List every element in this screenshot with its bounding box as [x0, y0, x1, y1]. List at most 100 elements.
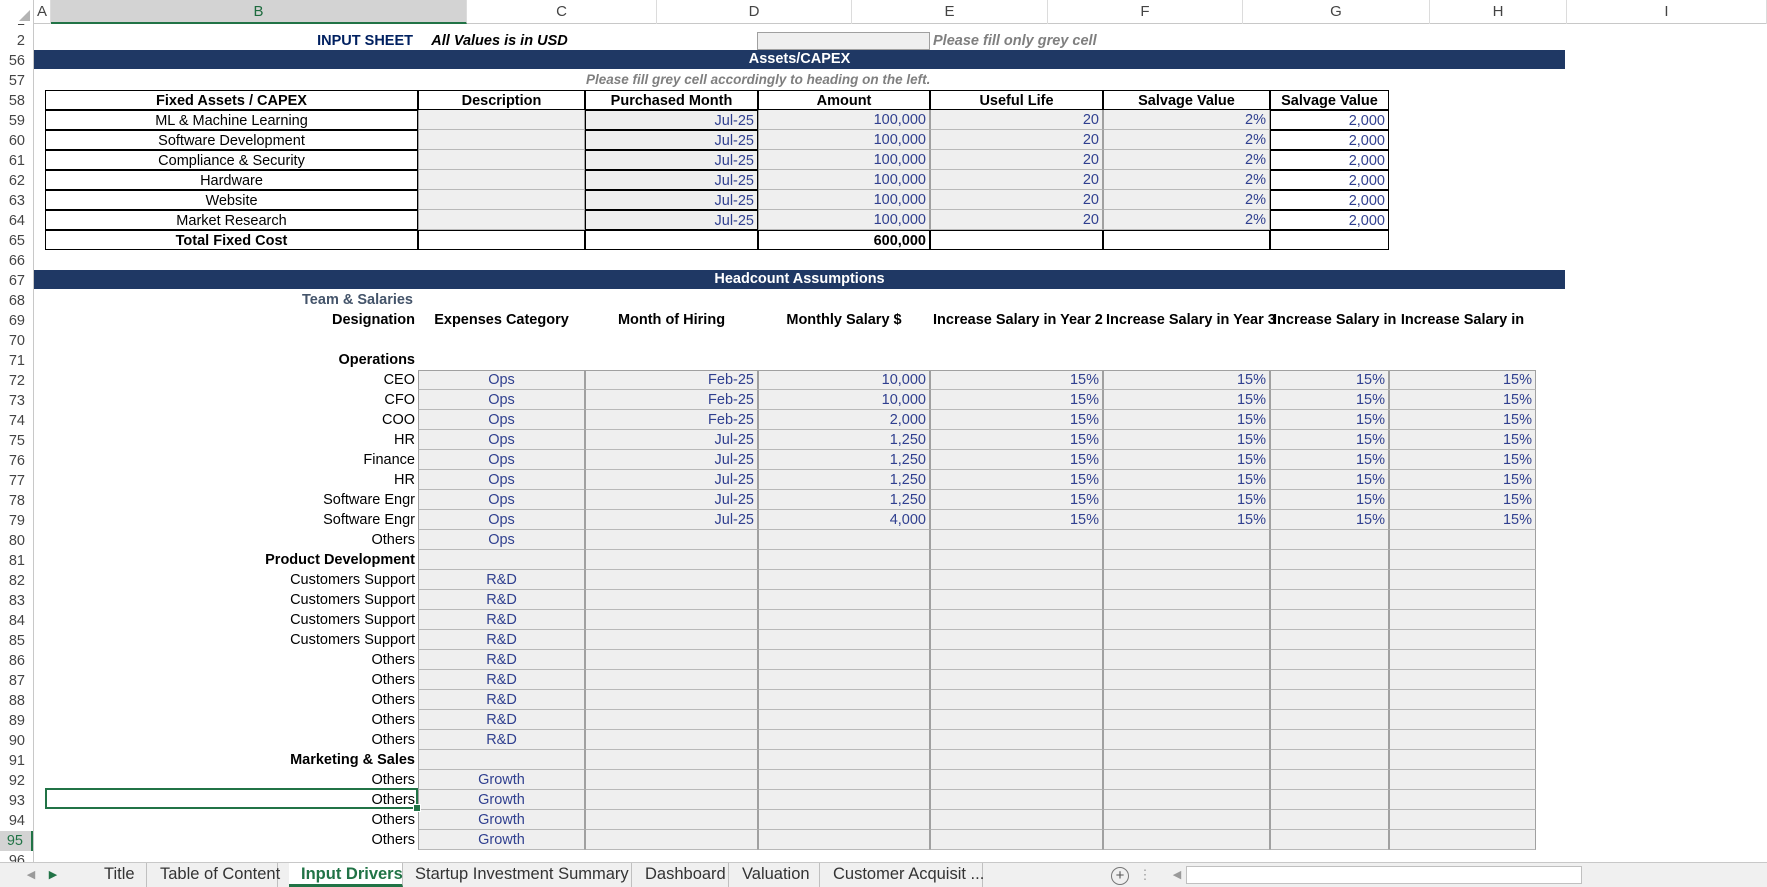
monthly-salary-input[interactable]: 1,250 — [758, 450, 930, 470]
salary-increase-y2-input[interactable] — [930, 590, 1103, 610]
horizontal-scrollbar[interactable] — [1186, 866, 1582, 884]
salary-increase-y3-input[interactable]: 15% — [1103, 470, 1270, 490]
row-header-83[interactable]: 83 — [0, 591, 33, 611]
monthly-salary-input[interactable] — [758, 830, 930, 850]
salary-increase-y2-input[interactable]: 15% — [930, 510, 1103, 530]
headcount-empty-cell[interactable] — [758, 550, 930, 570]
expense-category-input[interactable]: R&D — [418, 570, 585, 590]
select-all-corner[interactable] — [0, 0, 34, 24]
capex-amount-input[interactable]: 100,000 — [758, 170, 930, 190]
monthly-salary-input[interactable] — [758, 590, 930, 610]
hiring-month-input[interactable]: Feb-25 — [585, 410, 758, 430]
salary-increase-y4-input[interactable]: 15% — [1270, 470, 1389, 490]
monthly-salary-input[interactable] — [758, 570, 930, 590]
capex-purchase-month-input[interactable]: Jul-25 — [585, 190, 758, 210]
salary-increase-y4-input[interactable] — [1270, 610, 1389, 630]
hiring-month-input[interactable] — [585, 570, 758, 590]
salary-increase-y3-input[interactable]: 15% — [1103, 450, 1270, 470]
salary-increase-y5-input[interactable] — [1389, 630, 1536, 650]
headcount-empty-cell[interactable] — [585, 750, 758, 770]
hiring-month-input[interactable] — [585, 530, 758, 550]
capex-purchase-month-input[interactable]: Jul-25 — [585, 130, 758, 150]
hiring-month-input[interactable] — [585, 730, 758, 750]
salary-increase-y5-input[interactable] — [1389, 810, 1536, 830]
salary-increase-y4-input[interactable] — [1270, 570, 1389, 590]
row-header-95[interactable]: 95 — [0, 831, 33, 851]
column-header-b[interactable]: B — [51, 0, 467, 24]
expense-category-input[interactable]: R&D — [418, 590, 585, 610]
salary-increase-y4-input[interactable] — [1270, 790, 1389, 810]
headcount-empty-cell[interactable] — [1103, 550, 1270, 570]
salary-increase-y3-input[interactable] — [1103, 570, 1270, 590]
hiring-month-input[interactable]: Jul-25 — [585, 490, 758, 510]
hiring-month-input[interactable] — [585, 830, 758, 850]
row-header-82[interactable]: 82 — [0, 571, 33, 591]
headcount-empty-cell[interactable] — [1103, 750, 1270, 770]
headcount-empty-cell[interactable] — [930, 750, 1103, 770]
salary-increase-y4-input[interactable] — [1270, 830, 1389, 850]
hiring-month-input[interactable] — [585, 690, 758, 710]
salary-increase-y4-input[interactable]: 15% — [1270, 510, 1389, 530]
row-header-90[interactable]: 90 — [0, 731, 33, 751]
salary-increase-y5-input[interactable]: 15% — [1389, 470, 1536, 490]
salary-increase-y5-input[interactable] — [1389, 570, 1536, 590]
sheet-tab-customer-acquisit[interactable]: Customer Acquisit ... — [821, 863, 984, 887]
expense-category-input[interactable]: Ops — [418, 370, 585, 390]
salary-increase-y2-input[interactable]: 15% — [930, 430, 1103, 450]
salary-increase-y4-input[interactable] — [1270, 670, 1389, 690]
row-header-75[interactable]: 75 — [0, 431, 33, 451]
row-header-66[interactable]: 66 — [0, 251, 33, 271]
hiring-month-input[interactable] — [585, 650, 758, 670]
row-header-73[interactable]: 73 — [0, 391, 33, 411]
salary-increase-y2-input[interactable] — [930, 630, 1103, 650]
capex-purchase-month-input[interactable]: Jul-25 — [585, 210, 758, 230]
salary-increase-y4-input[interactable]: 15% — [1270, 490, 1389, 510]
row-header-65[interactable]: 65 — [0, 231, 33, 251]
salary-increase-y4-input[interactable]: 15% — [1270, 370, 1389, 390]
capex-description-input[interactable] — [418, 190, 585, 210]
capex-salvage-pct-input[interactable]: 2% — [1103, 210, 1270, 230]
expense-category-input[interactable]: R&D — [418, 730, 585, 750]
capex-salvage-pct-input[interactable]: 2% — [1103, 130, 1270, 150]
column-header-g[interactable]: G — [1243, 0, 1430, 24]
monthly-salary-input[interactable]: 1,250 — [758, 470, 930, 490]
capex-useful-life-input[interactable]: 20 — [930, 130, 1103, 150]
row-header-94[interactable]: 94 — [0, 811, 33, 831]
salary-increase-y4-input[interactable] — [1270, 710, 1389, 730]
headcount-empty-cell[interactable] — [930, 550, 1103, 570]
monthly-salary-input[interactable]: 10,000 — [758, 370, 930, 390]
salary-increase-y4-input[interactable]: 15% — [1270, 450, 1389, 470]
hiring-month-input[interactable] — [585, 790, 758, 810]
salary-increase-y3-input[interactable]: 15% — [1103, 410, 1270, 430]
row-header-1[interactable]: 1 — [0, 24, 33, 31]
salary-increase-y2-input[interactable] — [930, 730, 1103, 750]
row-header-69[interactable]: 69 — [0, 311, 33, 331]
monthly-salary-input[interactable]: 1,250 — [758, 490, 930, 510]
salary-increase-y2-input[interactable] — [930, 650, 1103, 670]
hiring-month-input[interactable]: Jul-25 — [585, 450, 758, 470]
row-header-77[interactable]: 77 — [0, 471, 33, 491]
salary-increase-y3-input[interactable] — [1103, 670, 1270, 690]
row-header-58[interactable]: 58 — [0, 91, 33, 111]
salary-increase-y3-input[interactable]: 15% — [1103, 390, 1270, 410]
salary-increase-y3-input[interactable]: 15% — [1103, 430, 1270, 450]
column-header-c[interactable]: C — [467, 0, 657, 24]
capex-useful-life-input[interactable]: 20 — [930, 190, 1103, 210]
row-header-63[interactable]: 63 — [0, 191, 33, 211]
expense-category-input[interactable]: Ops — [418, 530, 585, 550]
hscroll-left-icon[interactable]: ◀ — [1168, 866, 1186, 884]
salary-increase-y3-input[interactable] — [1103, 630, 1270, 650]
column-header-h[interactable]: H — [1430, 0, 1567, 24]
row-header-74[interactable]: 74 — [0, 411, 33, 431]
salary-increase-y4-input[interactable]: 15% — [1270, 430, 1389, 450]
expense-category-input[interactable]: R&D — [418, 710, 585, 730]
salary-increase-y4-input[interactable] — [1270, 530, 1389, 550]
row-header-88[interactable]: 88 — [0, 691, 33, 711]
row-header-86[interactable]: 86 — [0, 651, 33, 671]
salary-increase-y3-input[interactable] — [1103, 610, 1270, 630]
monthly-salary-input[interactable] — [758, 690, 930, 710]
salary-increase-y4-input[interactable] — [1270, 650, 1389, 670]
capex-useful-life-input[interactable]: 20 — [930, 110, 1103, 130]
salary-increase-y5-input[interactable] — [1389, 650, 1536, 670]
salary-increase-y3-input[interactable] — [1103, 790, 1270, 810]
